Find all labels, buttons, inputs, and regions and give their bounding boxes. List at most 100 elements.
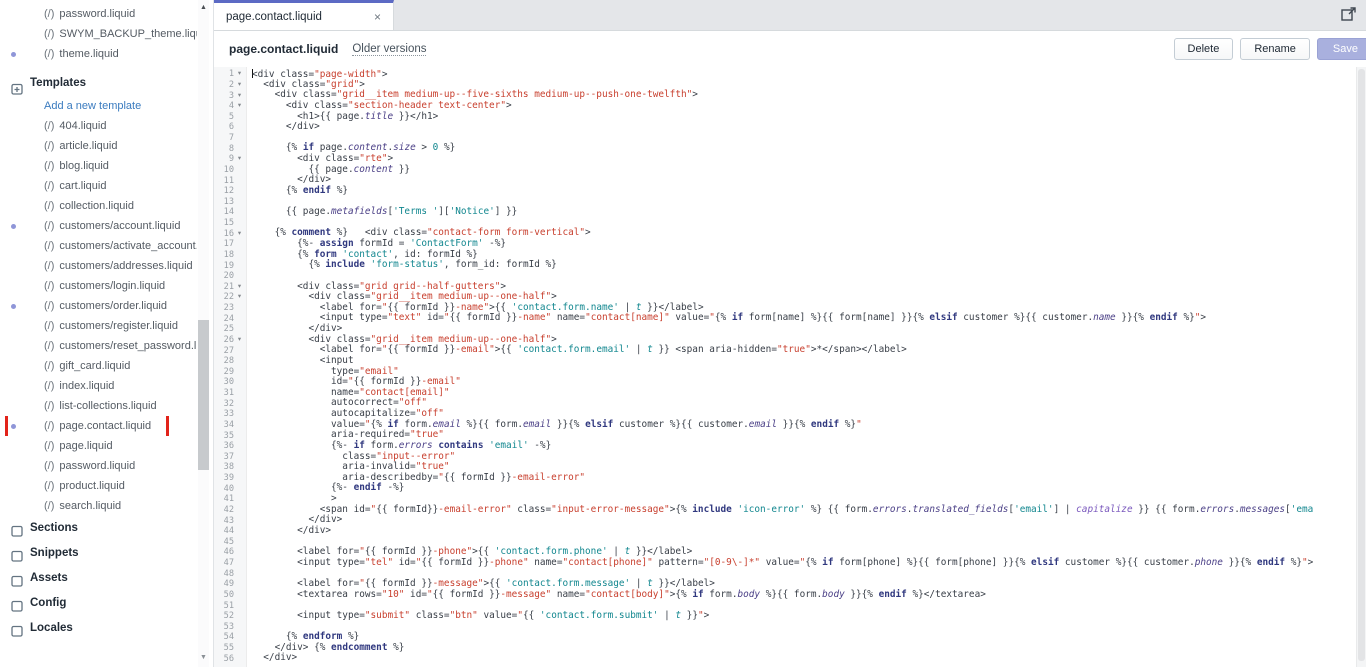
code-editor[interactable]: 1 ▾ 2 ▾ 3 ▾ 4 ▾ 5 6 7 8 9 ▾ 10 11 12 13 14 15 16 ▾ 17 18 19 20 21 ▾…	[214, 67, 1366, 667]
sidebar-file-item[interactable]: (/) article.liquid	[0, 136, 197, 156]
sidebar-file-item[interactable]: (/) page.liquid	[0, 436, 197, 456]
line-number: 30	[223, 377, 234, 388]
liquid-file-icon: (/)	[44, 28, 55, 40]
file-name-label: page.liquid	[59, 440, 113, 452]
sidebar-scrollbar-thumb[interactable]	[198, 320, 209, 470]
code-line: aria-describedby="{{ formId }}-email-err…	[252, 471, 586, 483]
sidebar-file-item[interactable]: (/) password.liquid	[0, 4, 197, 24]
fold-toggle-icon[interactable]: ▾	[234, 69, 245, 79]
line-number: 12	[223, 186, 234, 197]
code-content[interactable]: <div class="page-width"> <div class="gri…	[247, 67, 1366, 667]
modified-dot-icon	[11, 304, 16, 309]
fold-toggle-icon[interactable]: ▾	[234, 101, 245, 111]
file-name-label: product.liquid	[59, 480, 125, 492]
sidebar-file-item[interactable]: (/) customers/order.liquid	[0, 296, 197, 316]
code-line: <input type="text" id="{{ formId }}-name…	[252, 312, 1207, 324]
line-number: 53	[223, 621, 234, 632]
sidebar-file-item[interactable]: (/) SWYM_BACKUP_theme.liquid	[0, 24, 197, 44]
sidebar-folder-config[interactable]: Config	[0, 591, 197, 616]
expand-editor-icon[interactable]	[1340, 5, 1358, 23]
line-number: 15	[223, 218, 234, 229]
fold-toggle-icon[interactable]: ▾	[234, 80, 245, 90]
save-button[interactable]: Save	[1316, 38, 1366, 60]
line-number: 50	[223, 589, 234, 600]
line-number: 4	[228, 101, 234, 112]
line-number: 21	[223, 281, 234, 292]
gutter-row: 53	[214, 622, 246, 633]
sidebar-file-item[interactable]: (/) cart.liquid	[0, 176, 197, 196]
sidebar-file-item[interactable]: (/) search.liquid	[0, 496, 197, 516]
add-new-template-link[interactable]: Add a new template	[0, 96, 197, 116]
editor-scrollbar-thumb[interactable]	[1358, 69, 1365, 661]
sidebar-file-item[interactable]: (/) index.liquid	[0, 376, 197, 396]
fold-toggle-icon[interactable]: ▾	[234, 292, 245, 302]
gutter-row: 21 ▾	[214, 282, 246, 293]
sidebar-folder-sections[interactable]: Sections	[0, 516, 197, 541]
line-number: 38	[223, 462, 234, 473]
sidebar-folder-templates[interactable]: Templates	[0, 70, 197, 96]
sidebar-file-item[interactable]: (/) password.liquid	[0, 456, 197, 476]
gutter-row: 37	[214, 452, 246, 463]
rename-button[interactable]: Rename	[1240, 38, 1310, 60]
older-versions-link[interactable]: Older versions	[352, 43, 427, 56]
sidebar-file-item[interactable]: (/) 404.liquid	[0, 116, 197, 136]
file-name-label: customers/order.liquid	[59, 300, 167, 312]
line-number-gutter: 1 ▾ 2 ▾ 3 ▾ 4 ▾ 5 6 7 8 9 ▾ 10 11 12 13 14 15 16 ▾ 17 18 19 20 21 ▾…	[214, 67, 247, 667]
file-name-label: search.liquid	[59, 500, 122, 512]
file-name-label: customers/register.liquid	[59, 320, 178, 332]
sidebar-file-item[interactable]: (/) customers/register.liquid	[0, 316, 197, 336]
gutter-row: 18	[214, 250, 246, 261]
fold-toggle-icon[interactable]: ▾	[234, 229, 245, 239]
folder-name-label: Locales	[30, 622, 73, 634]
modified-dot-icon	[11, 224, 16, 229]
line-number: 34	[223, 419, 234, 430]
sidebar-scroll-up-icon[interactable]: ▲	[198, 2, 209, 14]
gutter-row: 5	[214, 112, 246, 123]
sidebar-file-item[interactable]: (/) customers/activate_account.liquid	[0, 236, 197, 256]
gutter-row: 25	[214, 324, 246, 335]
sidebar-file-item[interactable]: (/) customers/account.liquid	[0, 216, 197, 236]
file-name-label: 404.liquid	[59, 120, 107, 132]
fold-toggle-icon[interactable]: ▾	[234, 154, 245, 164]
file-name-label: SWYM_BACKUP_theme.liquid	[59, 28, 197, 40]
sidebar-file-item[interactable]: (/) blog.liquid	[0, 156, 197, 176]
line-number: 24	[223, 313, 234, 324]
tab-page-contact-liquid[interactable]: page.contact.liquid ×	[214, 0, 394, 30]
file-name-label: blog.liquid	[59, 160, 109, 172]
gutter-row: 45	[214, 537, 246, 548]
sidebar-scroll-down-icon[interactable]: ▼	[198, 652, 209, 664]
sidebar-file-item[interactable]: (/) page.contact.liquid	[0, 416, 197, 436]
sidebar-file-item[interactable]: (/) customers/addresses.liquid	[0, 256, 197, 276]
delete-button[interactable]: Delete	[1173, 38, 1234, 60]
sidebar-file-item[interactable]: (/) product.liquid	[0, 476, 197, 496]
sidebar-folder-snippets[interactable]: Snippets	[0, 541, 197, 566]
liquid-file-icon: (/)	[44, 200, 55, 212]
line-number: 48	[223, 568, 234, 579]
line-number: 6	[228, 122, 234, 133]
sidebar-file-item[interactable]: (/) customers/login.liquid	[0, 276, 197, 296]
liquid-file-icon: (/)	[44, 400, 55, 412]
fold-toggle-icon[interactable]: ▾	[234, 91, 245, 101]
file-name-label: customers/addresses.liquid	[59, 260, 193, 272]
line-number: 16	[223, 228, 234, 239]
close-tab-icon[interactable]: ×	[374, 11, 381, 23]
sidebar-file-item[interactable]: (/) list-collections.liquid	[0, 396, 197, 416]
line-number: 5	[228, 111, 234, 122]
sidebar-file-item[interactable]: (/) gift_card.liquid	[0, 356, 197, 376]
code-line: {{ page.metafields['Terms ']['Notice'] }…	[252, 206, 518, 218]
file-name-label: cart.liquid	[59, 180, 107, 192]
line-number: 13	[223, 196, 234, 207]
sidebar-folder-locales[interactable]: Locales	[0, 616, 197, 641]
gutter-row: 10	[214, 165, 246, 176]
sidebar-folder-assets[interactable]: Assets	[0, 566, 197, 591]
gutter-row: 2 ▾	[214, 80, 246, 91]
sidebar-file-item[interactable]: (/) theme.liquid	[0, 44, 197, 64]
sidebar-file-item[interactable]: (/) customers/reset_password.liquid	[0, 336, 197, 356]
gutter-row: 42	[214, 505, 246, 516]
fold-toggle-icon[interactable]: ▾	[234, 282, 245, 292]
folder-name-label: Sections	[30, 522, 78, 534]
gutter-row: 51	[214, 600, 246, 611]
fold-toggle-icon[interactable]: ▾	[234, 335, 245, 345]
code-line: {% if page.content.size > 0 %}	[252, 142, 456, 154]
sidebar-file-item[interactable]: (/) collection.liquid	[0, 196, 197, 216]
